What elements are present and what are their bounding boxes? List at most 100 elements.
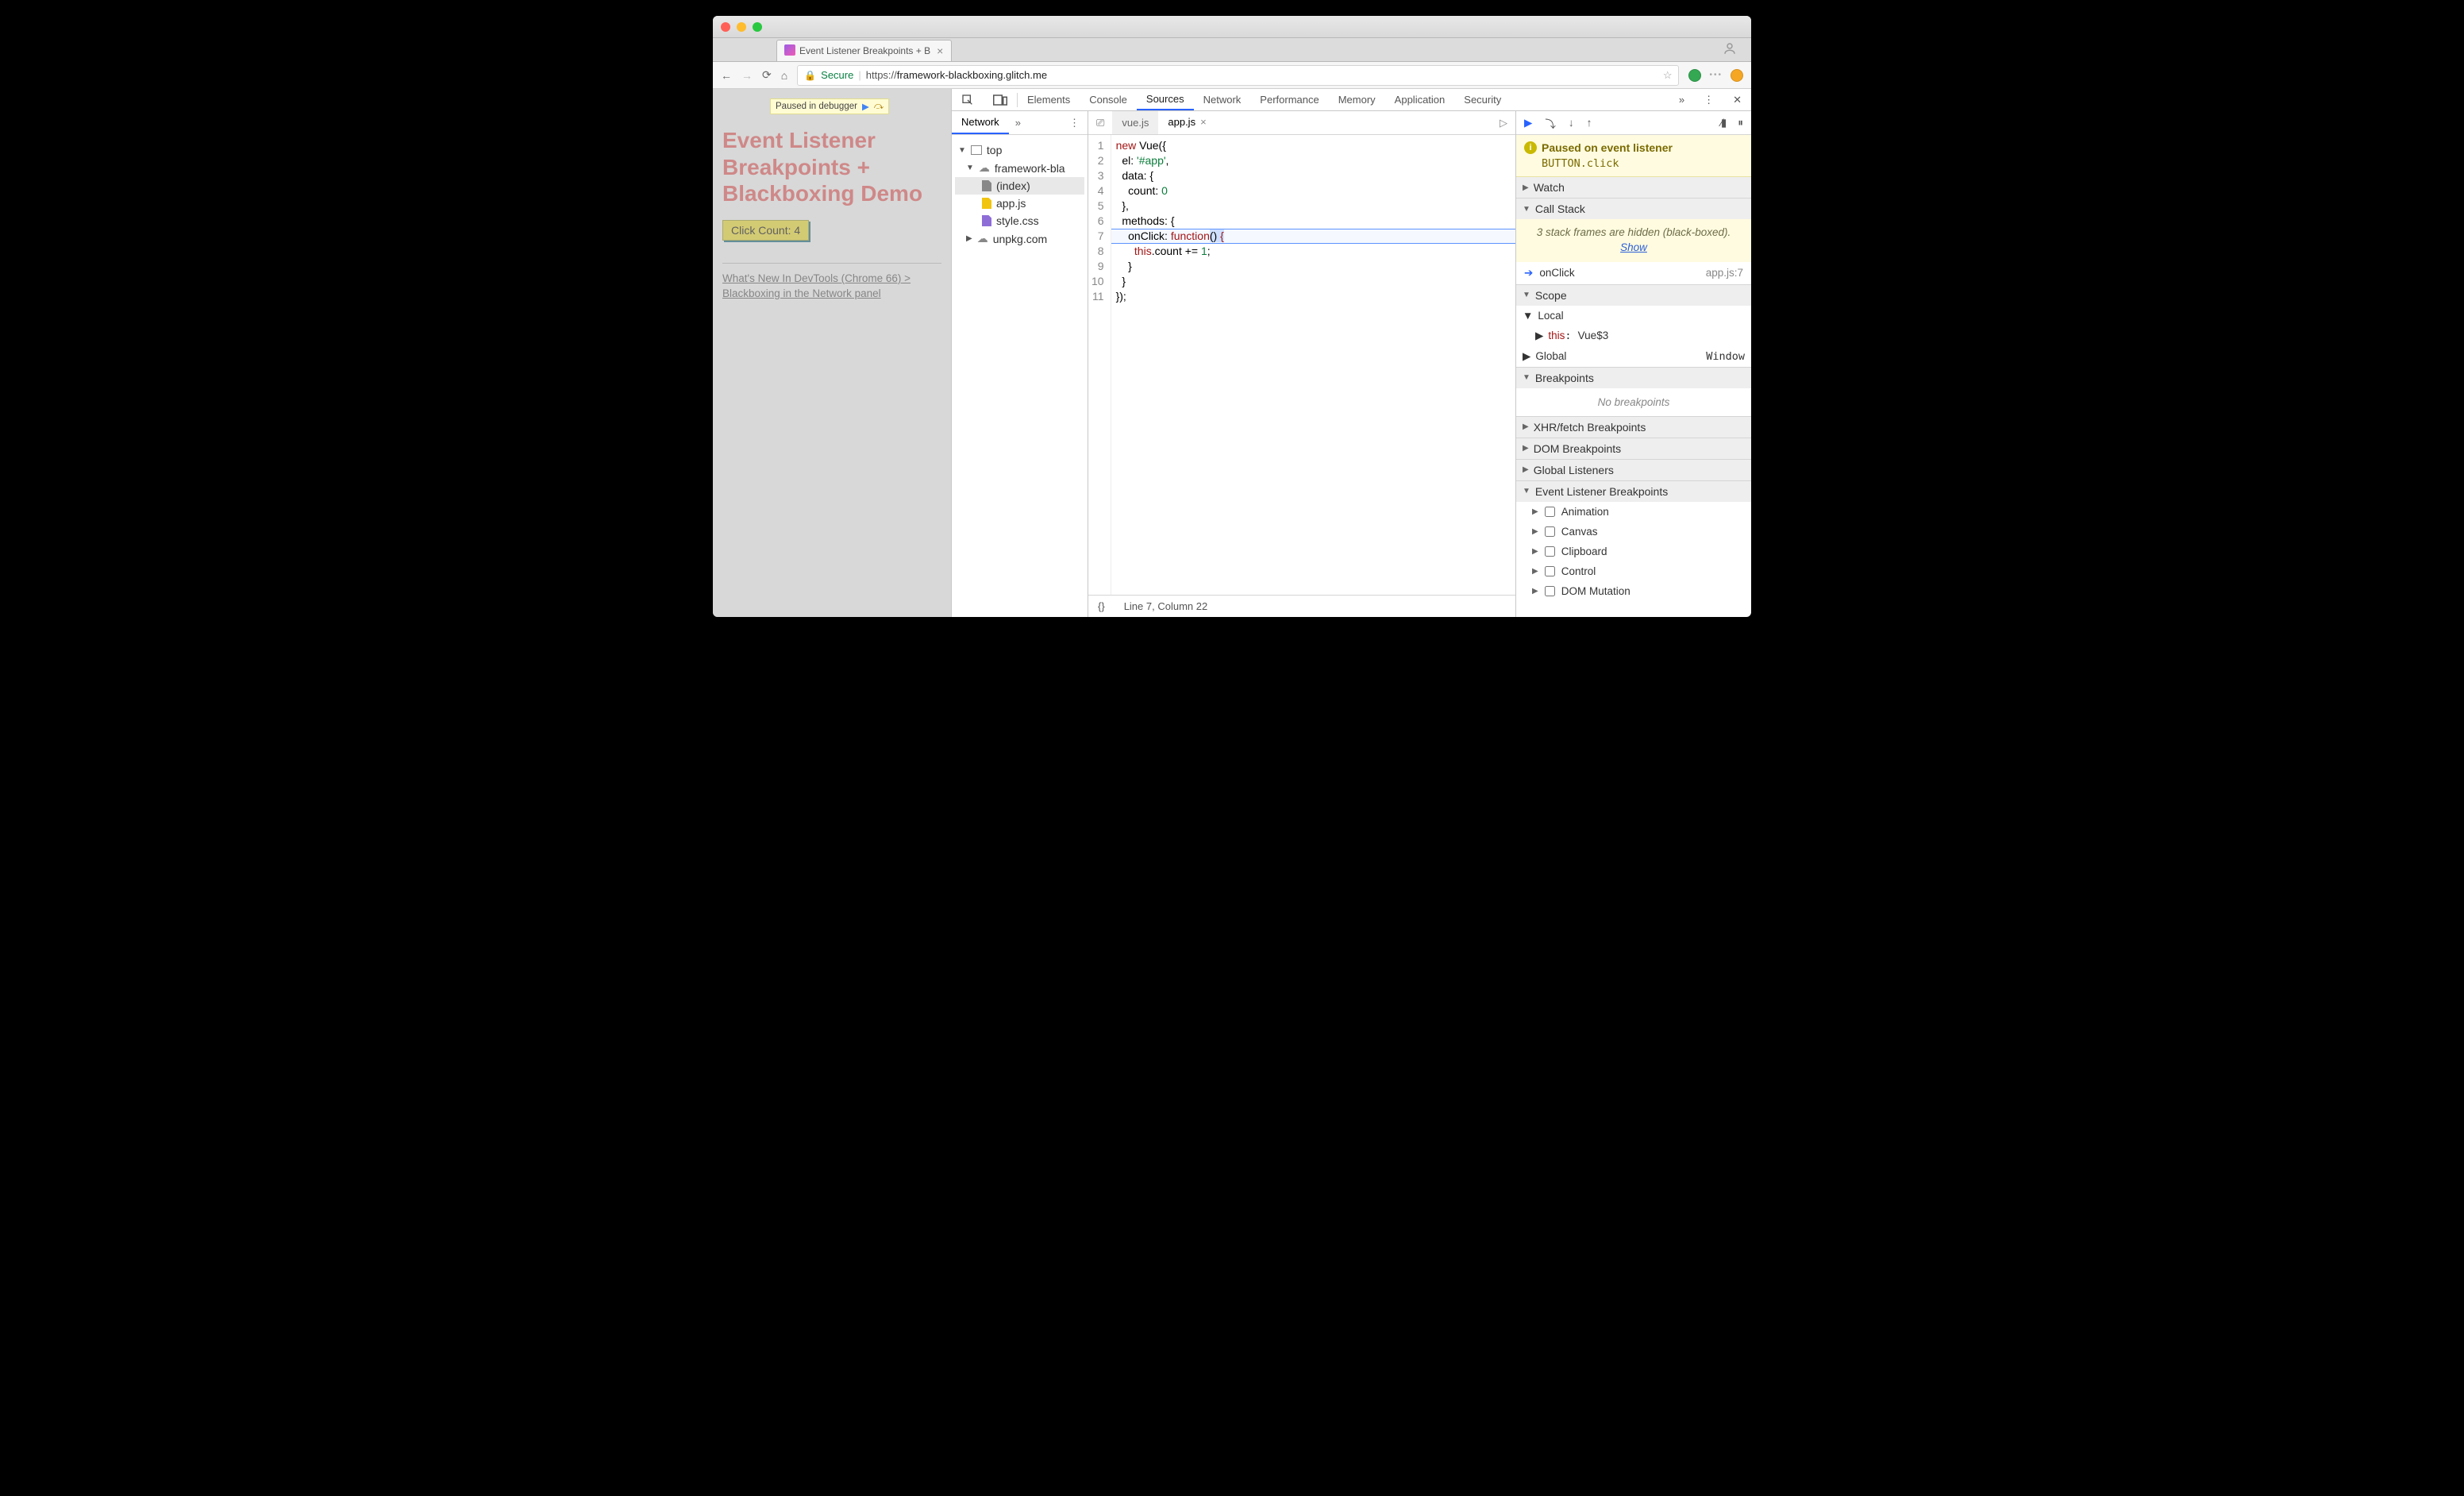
navigator-tab-network[interactable]: Network	[952, 111, 1009, 134]
devtools-close-icon[interactable]: ✕	[1723, 94, 1751, 106]
bookmark-star-icon[interactable]: ☆	[1663, 69, 1673, 82]
elb-canvas[interactable]: ▶Canvas	[1516, 522, 1751, 542]
step-into-icon[interactable]: ↓	[1569, 117, 1574, 129]
back-icon[interactable]: ←	[721, 69, 732, 82]
omnibox[interactable]: 🔒 Secure | https://framework-blackboxing…	[797, 65, 1679, 86]
profile-icon[interactable]	[1723, 41, 1737, 56]
editor-statusbar: {} Line 7, Column 22	[1088, 595, 1515, 617]
file-tab-appjs[interactable]: app.js×	[1158, 111, 1215, 134]
lock-icon: 🔒	[804, 70, 816, 81]
close-tab-icon[interactable]: ×	[937, 44, 943, 57]
debugger-pane: ▶ ⤵ ↓ ↑ ▮⁄ ⏸ iPaused on event listener B…	[1516, 111, 1751, 617]
deactivate-breakpoints-icon[interactable]: ▮⁄	[1721, 117, 1727, 129]
extension-icon[interactable]	[1731, 69, 1743, 82]
tree-domain[interactable]: ▼☁framework-bla	[955, 159, 1084, 177]
toggle-navigator-icon[interactable]: ⎚	[1088, 117, 1112, 129]
scope-this[interactable]: ▶this: Vue$3	[1516, 326, 1751, 346]
panel-xhr[interactable]: ▶XHR/fetch Breakpoints	[1516, 417, 1751, 438]
elb-animation[interactable]: ▶Animation	[1516, 502, 1751, 522]
browser-tab[interactable]: Event Listener Breakpoints + B ×	[776, 40, 952, 61]
tree-file-index[interactable]: (index)	[955, 177, 1084, 195]
toolbar: ← → ⟳ ⌂ 🔒 Secure | https://framework-bla…	[713, 62, 1751, 89]
tab-favicon	[784, 44, 795, 56]
page-viewport: Paused in debugger ▶ ⤼ Event Listener Br…	[713, 89, 951, 617]
page-link[interactable]: What's New In DevTools (Chrome 66) > Bla…	[722, 272, 941, 302]
pretty-print-icon[interactable]: {}	[1098, 600, 1105, 612]
reload-icon[interactable]: ⟳	[762, 68, 772, 82]
more-tabs-icon[interactable]: »	[1669, 94, 1694, 106]
tab-console[interactable]: Console	[1080, 89, 1137, 110]
step-over-icon[interactable]: ⤵	[1545, 115, 1556, 131]
device-toggle-icon[interactable]	[984, 89, 1017, 110]
elb-clipboard[interactable]: ▶Clipboard	[1516, 542, 1751, 561]
titlebar	[713, 16, 1751, 38]
tab-strip: Event Listener Breakpoints + B ×	[713, 38, 1751, 62]
close-file-icon[interactable]: ×	[1200, 116, 1207, 128]
panel-callstack[interactable]: ▼Call Stack	[1516, 199, 1751, 219]
tab-application[interactable]: Application	[1385, 89, 1455, 110]
minimize-window[interactable]	[737, 22, 746, 32]
elb-control[interactable]: ▶Control	[1516, 561, 1751, 581]
tab-performance[interactable]: Performance	[1250, 89, 1328, 110]
paused-overlay: Paused in debugger ▶ ⤼	[770, 98, 889, 114]
panel-watch[interactable]: ▶Watch	[1516, 177, 1751, 198]
panel-listeners[interactable]: ▶Global Listeners	[1516, 460, 1751, 480]
line-gutter: 1234567891011	[1088, 135, 1111, 595]
paused-banner: iPaused on event listener BUTTON.click	[1516, 135, 1751, 177]
tab-memory[interactable]: Memory	[1329, 89, 1385, 110]
overlay-step-icon[interactable]: ⤼	[874, 102, 884, 112]
tab-network[interactable]: Network	[1194, 89, 1251, 110]
current-frame-icon: ➔	[1524, 267, 1533, 280]
resume-icon[interactable]: ▶	[1524, 117, 1532, 129]
overlay-resume-icon[interactable]: ▶	[862, 101, 869, 112]
content-area: Paused in debugger ▶ ⤼ Event Listener Br…	[713, 89, 1751, 617]
tree-file-appjs[interactable]: app.js	[955, 195, 1084, 212]
pause-exceptions-icon[interactable]: ⏸	[1738, 117, 1743, 129]
extension-icon[interactable]	[1688, 69, 1701, 82]
browser-window: Event Listener Breakpoints + B × ← → ⟳ ⌂…	[713, 16, 1751, 617]
devtools: Elements Console Sources Network Perform…	[951, 89, 1751, 617]
close-window[interactable]	[721, 22, 730, 32]
tab-elements[interactable]: Elements	[1018, 89, 1080, 110]
extension-dots: •••	[1709, 71, 1723, 79]
navigator-more-icon[interactable]: »	[1009, 117, 1027, 129]
info-icon: i	[1524, 141, 1537, 154]
page-heading: Event Listener Breakpoints + Blackboxing…	[722, 127, 941, 207]
secure-label: Secure	[821, 69, 853, 81]
no-breakpoints: No breakpoints	[1516, 388, 1751, 416]
tree-file-stylecss[interactable]: style.css	[955, 212, 1084, 229]
navigator-menu-icon[interactable]: ⋮	[1061, 117, 1088, 129]
file-tab-vuejs[interactable]: vue.js	[1112, 111, 1158, 134]
paused-label: Paused in debugger	[776, 102, 857, 111]
blackbox-notice: 3 stack frames are hidden (black-boxed).…	[1516, 219, 1751, 262]
devtools-tabs: Elements Console Sources Network Perform…	[952, 89, 1751, 111]
file-tree: ▼top ▼☁framework-bla (index) app.js styl…	[952, 135, 1088, 254]
inspect-icon[interactable]	[952, 89, 984, 110]
panel-scope[interactable]: ▼Scope	[1516, 285, 1751, 306]
tree-domain[interactable]: ▶☁unpkg.com	[955, 229, 1084, 248]
callstack-frame[interactable]: ➔onClickapp.js:7	[1516, 262, 1751, 284]
cursor-position: Line 7, Column 22	[1124, 600, 1208, 612]
panel-dom[interactable]: ▶DOM Breakpoints	[1516, 438, 1751, 459]
tree-top[interactable]: ▼top	[955, 141, 1084, 159]
elb-dom-mutation[interactable]: ▶DOM Mutation	[1516, 581, 1751, 601]
home-icon[interactable]: ⌂	[781, 69, 787, 82]
blackbox-show-link[interactable]: Show	[1620, 241, 1647, 253]
url-text: https://framework-blackboxing.glitch.me	[866, 69, 1047, 81]
click-count-button[interactable]: Click Count: 4	[722, 220, 809, 241]
editor-pane: ⎚ vue.js app.js× ▷ 1234567891011 new Vue…	[1088, 111, 1516, 617]
zoom-window[interactable]	[753, 22, 762, 32]
tab-security[interactable]: Security	[1454, 89, 1511, 110]
scope-local[interactable]: ▼Local	[1516, 306, 1751, 326]
step-out-icon[interactable]: ↑	[1587, 117, 1592, 129]
tab-title: Event Listener Breakpoints + B	[799, 45, 930, 56]
extensions: •••	[1688, 69, 1743, 82]
devtools-menu-icon[interactable]: ⋮	[1694, 94, 1723, 106]
tab-sources[interactable]: Sources	[1137, 89, 1194, 110]
scope-global[interactable]: ▶GlobalWindow	[1516, 346, 1751, 367]
run-snippet-icon[interactable]: ▷	[1492, 117, 1515, 129]
code-editor[interactable]: 1234567891011 new Vue({ el: '#app', data…	[1088, 135, 1515, 595]
traffic-lights	[721, 22, 762, 32]
panel-breakpoints[interactable]: ▼Breakpoints	[1516, 368, 1751, 388]
panel-event-listener-breakpoints[interactable]: ▼Event Listener Breakpoints	[1516, 481, 1751, 502]
